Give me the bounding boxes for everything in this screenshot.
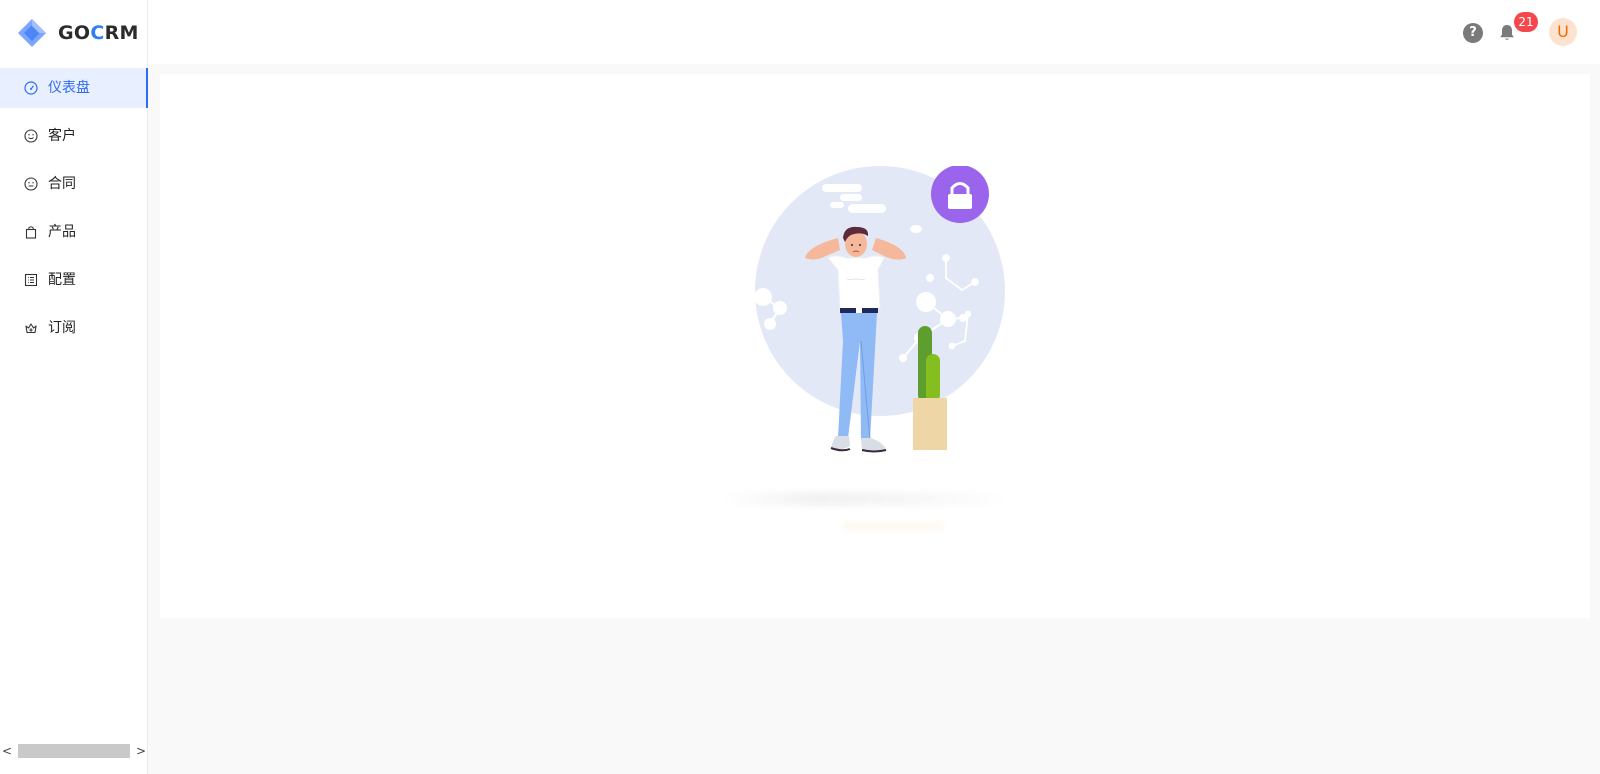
logo-text: GOCRM: [58, 22, 139, 44]
crown-icon: [25, 323, 37, 334]
sidebar-item-label: 仪表盘: [48, 80, 90, 96]
question-icon: ?: [1469, 25, 1477, 40]
smile-icon: [24, 129, 38, 143]
avatar-initial: U: [1557, 22, 1569, 41]
sidebar-item-dashboard[interactable]: 仪表盘: [0, 68, 148, 108]
blurred-caption: [723, 492, 1008, 506]
dashboard-icon: [24, 81, 38, 95]
shopping-bag-icon: [25, 226, 37, 239]
sidebar-item-contracts[interactable]: 合同: [0, 164, 148, 204]
sidebar-item-products[interactable]: 产品: [0, 212, 148, 252]
avatar[interactable]: U: [1549, 18, 1577, 46]
scroll-right-arrow-icon[interactable]: >: [134, 742, 148, 760]
main-content-card: [160, 74, 1590, 618]
sidebar-item-customers[interactable]: 客户: [0, 116, 148, 156]
logo[interactable]: GOCRM: [16, 16, 139, 50]
scrollbar-thumb[interactable]: [18, 744, 130, 758]
sidebar-horizontal-scrollbar[interactable]: < >: [0, 742, 148, 760]
sidebar-item-label: 配置: [48, 272, 76, 288]
sidebar: GOCRM 仪表盘 客户 合同 产品 配置 订阅 < >: [0, 0, 148, 774]
locked-page-illustration: [754, 166, 1005, 453]
logo-diamond-icon: [18, 19, 46, 47]
help-button[interactable]: ?: [1463, 23, 1483, 43]
top-header: ? 21 U: [148, 0, 1600, 64]
sidebar-item-label: 合同: [48, 176, 76, 192]
sidebar-item-config[interactable]: 配置: [0, 260, 148, 300]
sidebar-item-label: 产品: [48, 224, 76, 240]
sidebar-item-subscriptions[interactable]: 订阅: [0, 308, 148, 348]
sidebar-item-label: 订阅: [48, 320, 76, 336]
app-root: GOCRM 仪表盘 客户 合同 产品 配置 订阅 < > ? 21 U: [0, 0, 1600, 774]
meh-icon: [24, 177, 38, 191]
sidebar-item-label: 客户: [48, 128, 76, 144]
blurred-subcaption: [843, 522, 943, 530]
sidebar-menu: 仪表盘 客户 合同 产品 配置 订阅: [0, 68, 148, 356]
notification-badge: 21: [1514, 12, 1538, 32]
profile-icon: [24, 273, 38, 287]
scroll-left-arrow-icon[interactable]: <: [0, 742, 14, 760]
